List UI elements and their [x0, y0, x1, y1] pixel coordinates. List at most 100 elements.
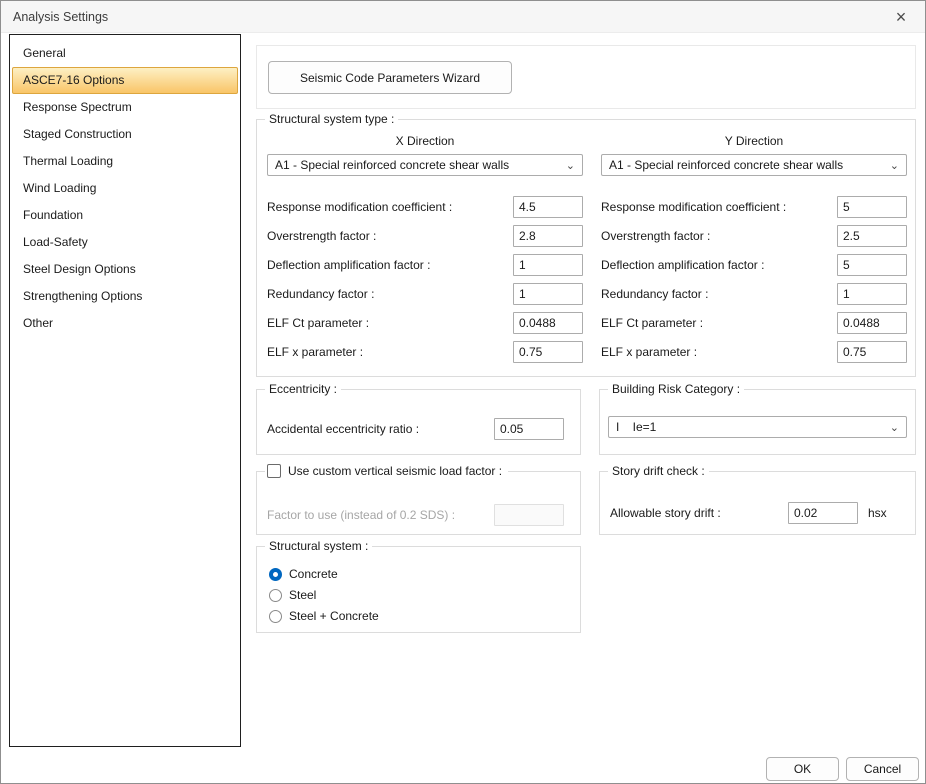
building-risk-category-group: Building Risk Category : I Ie=1 ⌄	[599, 389, 916, 455]
story-drift-check-group: Story drift check : Allowable story drif…	[599, 471, 916, 535]
building-risk-category-group-label: Building Risk Category :	[608, 382, 744, 396]
radio-unselected-icon[interactable]	[269, 610, 282, 623]
x-elf-ct-input[interactable]	[513, 312, 583, 334]
titlebar: Analysis Settings ×	[1, 1, 925, 33]
field-row: Factor to use (instead of 0.2 SDS) :	[267, 504, 564, 526]
allowable-story-drift-input[interactable]	[788, 502, 858, 524]
y-redundancy-label: Redundancy factor :	[601, 287, 837, 301]
y-direction-header: Y Direction	[601, 134, 907, 150]
sidebar-item-steel-design-options[interactable]: Steel Design Options	[10, 256, 240, 283]
sidebar-item-strengthening-options[interactable]: Strengthening Options	[10, 283, 240, 310]
x-direction-system-dropdown-value: A1 - Special reinforced concrete shear w…	[275, 158, 509, 172]
x-redundancy-label: Redundancy factor :	[267, 287, 513, 301]
field-row: Deflection amplification factor :	[267, 254, 583, 276]
sidebar-item-staged-construction[interactable]: Staged Construction	[10, 121, 240, 148]
story-drift-unit-label: hsx	[868, 506, 887, 520]
custom-vertical-seismic-checkbox-label: Use custom vertical seismic load factor …	[288, 464, 502, 478]
chevron-down-icon: ⌄	[890, 159, 899, 172]
x-deflection-amplification-input[interactable]	[513, 254, 583, 276]
x-elf-x-input[interactable]	[513, 341, 583, 363]
y-deflection-amplification-input[interactable]	[837, 254, 907, 276]
radio-concrete-label: Concrete	[289, 567, 338, 581]
radio-steel-plus-concrete[interactable]: Steel + Concrete	[269, 609, 379, 623]
chevron-down-icon: ⌄	[890, 421, 899, 434]
y-response-modification-input[interactable]	[837, 196, 907, 218]
structural-system-group: Structural system : Concrete Steel Steel…	[256, 546, 581, 633]
field-row: Accidental eccentricity ratio :	[267, 418, 564, 440]
sidebar-item-foundation[interactable]: Foundation	[10, 202, 240, 229]
allowable-story-drift-label: Allowable story drift :	[610, 506, 721, 520]
radio-steel[interactable]: Steel	[269, 588, 316, 602]
analysis-settings-dialog: Analysis Settings × General ASCE7-16 Opt…	[0, 0, 926, 784]
y-deflection-amplification-label: Deflection amplification factor :	[601, 258, 837, 272]
x-response-modification-input[interactable]	[513, 196, 583, 218]
sidebar-item-general[interactable]: General	[10, 40, 240, 67]
field-row: Overstrength factor :	[267, 225, 583, 247]
cancel-button[interactable]: Cancel	[846, 757, 919, 781]
structural-system-type-group-label: Structural system type :	[265, 112, 398, 126]
window-title: Analysis Settings	[13, 10, 108, 24]
field-row: ELF Ct parameter :	[601, 312, 907, 334]
x-direction-column: X Direction A1 - Special reinforced conc…	[267, 134, 583, 363]
field-row: Response modification coefficient :	[267, 196, 583, 218]
radio-selected-icon[interactable]	[269, 568, 282, 581]
x-overstrength-label: Overstrength factor :	[267, 229, 513, 243]
field-row: ELF x parameter :	[267, 341, 583, 363]
radio-steel-label: Steel	[289, 588, 316, 602]
y-elf-ct-label: ELF Ct parameter :	[601, 316, 837, 330]
y-elf-x-input[interactable]	[837, 341, 907, 363]
structural-system-group-label: Structural system :	[265, 539, 372, 553]
radio-unselected-icon[interactable]	[269, 589, 282, 602]
x-elf-ct-label: ELF Ct parameter :	[267, 316, 513, 330]
y-overstrength-input[interactable]	[837, 225, 907, 247]
field-row: ELF Ct parameter :	[267, 312, 583, 334]
x-direction-header: X Direction	[267, 134, 583, 150]
accidental-eccentricity-input[interactable]	[494, 418, 564, 440]
custom-vertical-seismic-checkbox-row[interactable]: Use custom vertical seismic load factor …	[265, 462, 508, 480]
building-risk-category-dropdown[interactable]: I Ie=1 ⌄	[608, 416, 907, 438]
y-direction-system-dropdown-value: A1 - Special reinforced concrete shear w…	[609, 158, 843, 172]
y-overstrength-label: Overstrength factor :	[601, 229, 837, 243]
x-elf-x-label: ELF x parameter :	[267, 345, 513, 359]
accidental-eccentricity-label: Accidental eccentricity ratio :	[267, 422, 419, 436]
y-response-modification-label: Response modification coefficient :	[601, 200, 837, 214]
field-row: ELF x parameter :	[601, 341, 907, 363]
radio-steel-plus-concrete-label: Steel + Concrete	[289, 609, 379, 623]
radio-concrete[interactable]: Concrete	[269, 567, 338, 581]
y-direction-column: Y Direction A1 - Special reinforced conc…	[601, 134, 907, 363]
field-row: Response modification coefficient :	[601, 196, 907, 218]
chevron-down-icon: ⌄	[566, 159, 575, 172]
story-drift-group-label: Story drift check :	[608, 464, 709, 478]
close-icon[interactable]: ×	[889, 8, 913, 26]
sidebar-item-asce7-16-options[interactable]: ASCE7-16 Options	[12, 67, 238, 94]
sidebar-item-thermal-loading[interactable]: Thermal Loading	[10, 148, 240, 175]
y-direction-system-dropdown[interactable]: A1 - Special reinforced concrete shear w…	[601, 154, 907, 176]
checkbox-icon[interactable]	[267, 464, 281, 478]
x-response-modification-label: Response modification coefficient :	[267, 200, 513, 214]
sidebar-item-other[interactable]: Other	[10, 310, 240, 337]
y-redundancy-input[interactable]	[837, 283, 907, 305]
y-elf-x-label: ELF x parameter :	[601, 345, 837, 359]
x-deflection-amplification-label: Deflection amplification factor :	[267, 258, 513, 272]
seismic-code-parameters-wizard-button[interactable]: Seismic Code Parameters Wizard	[268, 61, 512, 94]
structural-system-type-group: Structural system type : X Direction A1 …	[256, 119, 916, 377]
field-row: Overstrength factor :	[601, 225, 907, 247]
ok-button[interactable]: OK	[766, 757, 839, 781]
y-elf-ct-input[interactable]	[837, 312, 907, 334]
eccentricity-group-label: Eccentricity :	[265, 382, 341, 396]
field-row: Redundancy factor :	[601, 283, 907, 305]
x-redundancy-input[interactable]	[513, 283, 583, 305]
sidebar-item-wind-loading[interactable]: Wind Loading	[10, 175, 240, 202]
building-risk-category-dropdown-value: I Ie=1	[616, 420, 656, 434]
x-direction-system-dropdown[interactable]: A1 - Special reinforced concrete shear w…	[267, 154, 583, 176]
sidebar-item-response-spectrum[interactable]: Response Spectrum	[10, 94, 240, 121]
field-row: Redundancy factor :	[267, 283, 583, 305]
vertical-seismic-factor-group: Use custom vertical seismic load factor …	[256, 471, 581, 535]
x-overstrength-input[interactable]	[513, 225, 583, 247]
sidebar-item-load-safety[interactable]: Load-Safety	[10, 229, 240, 256]
settings-category-list: General ASCE7-16 Options Response Spectr…	[9, 34, 241, 747]
factor-to-use-label: Factor to use (instead of 0.2 SDS) :	[267, 508, 455, 522]
eccentricity-group: Eccentricity : Accidental eccentricity r…	[256, 389, 581, 455]
field-row: Deflection amplification factor :	[601, 254, 907, 276]
factor-to-use-input	[494, 504, 564, 526]
